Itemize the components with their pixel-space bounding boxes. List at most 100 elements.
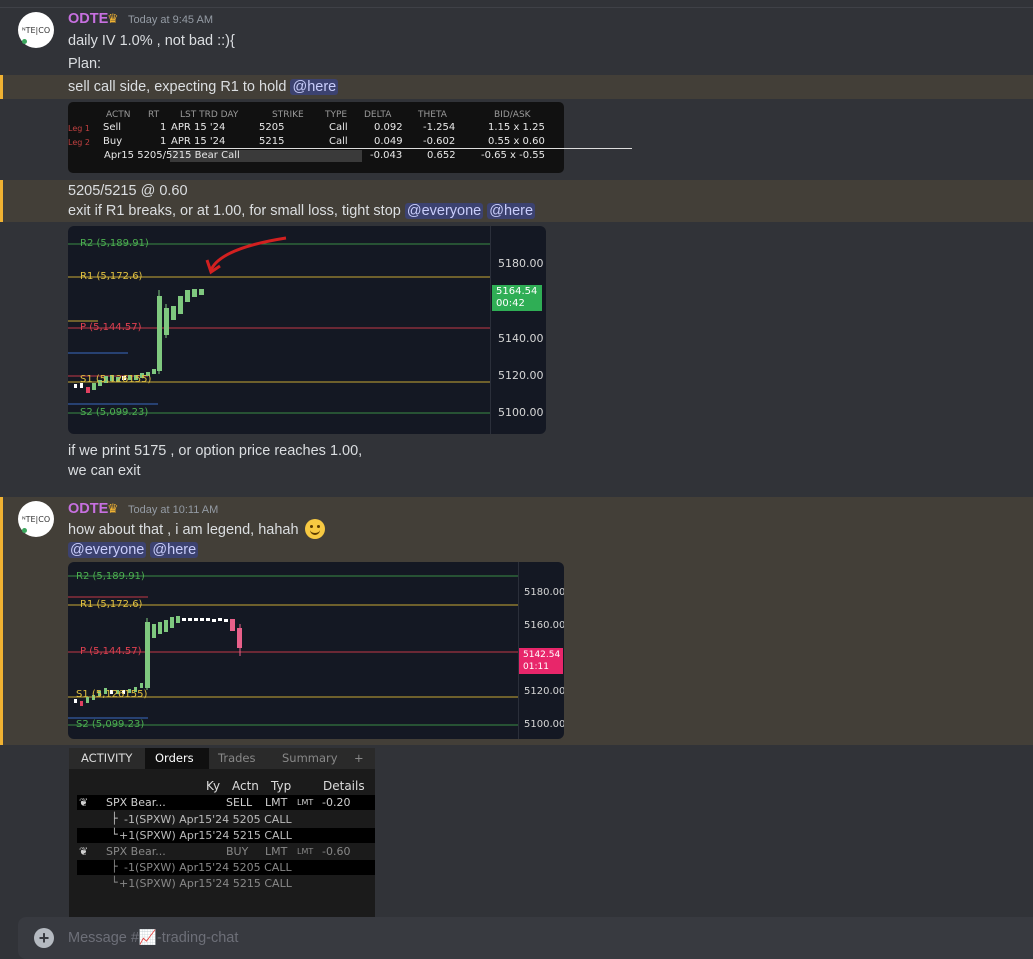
order-action: SELL: [226, 796, 253, 809]
col-header: TYPE: [325, 110, 348, 120]
col-header: RT: [148, 110, 160, 120]
y-tick: 5100.00: [498, 406, 544, 419]
cell: 0.049: [374, 136, 403, 147]
tab-trades[interactable]: Trades: [218, 751, 255, 765]
tab-activity[interactable]: ACTIVITY: [81, 751, 132, 765]
y-tick: 5180.00: [498, 257, 544, 270]
message-text: sell call side, expecting R1 to hold: [68, 79, 287, 95]
summary-bidask: -0.65 x -0.55: [481, 150, 546, 161]
cell: 0.55 x 0.60: [488, 136, 545, 147]
tab-orders[interactable]: Orders: [155, 751, 194, 765]
tab-summary[interactable]: Summary: [282, 751, 338, 765]
activity-panel: ACTIVITY Orders Trades Summary + Ky Actn…: [69, 748, 375, 920]
message-text: 5205/5215 @ 0.60: [68, 183, 188, 199]
mention-here[interactable]: @here: [290, 79, 339, 95]
order-leg-connector: └: [111, 828, 118, 841]
col-header: Actn: [232, 779, 259, 793]
order-action: BUY: [226, 845, 249, 858]
y-tick: 5180.00: [524, 587, 564, 598]
message-text: daily IV 1.0% , not bad ::){: [68, 33, 235, 49]
cell: -0.602: [423, 136, 456, 147]
row-divider: [168, 148, 632, 149]
cell: APR 15 '24: [171, 122, 226, 133]
order-name[interactable]: SPX Bear...: [106, 796, 166, 809]
cell: -1.254: [423, 122, 456, 133]
order-icon: ❦: [79, 796, 89, 809]
summary-delta: -0.043: [370, 150, 403, 161]
order-type: LMT: [265, 796, 288, 809]
y-tick: 5120.00: [524, 686, 564, 697]
pivot-label-s2: S2 (5,099.23): [80, 407, 149, 418]
order-leg-connector: ├: [111, 860, 118, 873]
order-lmt-tag: LMT: [297, 798, 314, 807]
order-price: -0.60: [322, 845, 351, 858]
cell: 5205: [259, 122, 285, 133]
col-header: DELTA: [364, 110, 392, 120]
timestamp: Today at 9:45 AM: [128, 14, 213, 26]
avatar-text: ᴺTE|CO: [21, 514, 51, 524]
order-leg-connector: └: [111, 876, 118, 889]
order-icon: ❦: [79, 845, 89, 858]
divider: [0, 0, 1033, 8]
leg-label: Leg 1: [68, 124, 90, 133]
message-composer[interactable]: + Message #📈-trading-chat: [18, 917, 1033, 959]
cell: 0.092: [374, 122, 403, 133]
summary-theta: 0.652: [427, 150, 456, 161]
price-chart-2[interactable]: R2 (5,189.91) R1 (5,172.6) P (5,144.57) …: [68, 562, 564, 739]
red-arrow: [209, 236, 287, 271]
col-header: Details: [323, 779, 365, 793]
y-tick: 5160.00: [524, 620, 564, 631]
order-type: LMT: [265, 845, 288, 858]
col-header: Typ: [271, 779, 292, 793]
username[interactable]: ODTE: [68, 501, 108, 517]
add-attachment-icon[interactable]: +: [34, 928, 54, 948]
leg-label: Leg 2: [68, 138, 90, 147]
timestamp: Today at 10:11 AM: [128, 504, 219, 516]
order-leg: -1(SPXW) Apr15'24 5205 CALL: [124, 861, 292, 874]
cell: Sell: [103, 122, 122, 133]
order-name[interactable]: SPX Bear...: [106, 845, 166, 858]
cell: APR 15 '24: [171, 136, 226, 147]
message-text: how about that , i am legend, hahah: [68, 522, 299, 538]
col-header: LST TRD DAY: [180, 110, 239, 120]
cell: 1: [160, 136, 167, 147]
cell: 1: [160, 122, 167, 133]
crown-icon: ♛: [107, 11, 119, 26]
current-price: 5164.54: [496, 286, 538, 297]
pivot-label-s1: S1 (5,126155): [76, 689, 148, 700]
order-leg-connector: ├: [111, 812, 118, 825]
composer-gutter: [0, 917, 18, 959]
cell: Buy: [103, 136, 123, 147]
username[interactable]: ODTE: [68, 11, 108, 27]
pivot-label-r2: R2 (5,189.91): [80, 238, 149, 249]
pivot-label-p: P (5,144.57): [80, 646, 142, 657]
summary-label: Apr15 5205/5215 Bear Call: [104, 150, 240, 161]
add-tab-button[interactable]: +: [354, 751, 364, 765]
y-tick: 5120.00: [498, 369, 544, 382]
message-text: we can exit: [68, 463, 141, 479]
chat-messages: ᴺTE|CO ODTE ♛ Today at 9:45 AM daily IV …: [0, 0, 1033, 920]
price-chart-1[interactable]: R2 (5,189.91) R1 (5,172.6) P (5,144.57) …: [68, 226, 546, 434]
price-axis-divider: [490, 226, 491, 434]
chart-canvas: [68, 575, 518, 726]
pivot-label-s2: S2 (5,099.23): [76, 719, 145, 730]
message-text: if we print 5175 , or option price reach…: [68, 443, 363, 459]
message-text: Plan:: [68, 56, 102, 72]
mention-here[interactable]: @here: [150, 542, 199, 558]
cell: Call: [329, 136, 348, 147]
mention-here[interactable]: @here: [487, 203, 536, 219]
mention-everyone[interactable]: @everyone: [404, 203, 484, 219]
message-line: @everyone @here: [68, 540, 199, 560]
col-header: Ky: [206, 779, 221, 793]
col-header: THETA: [418, 110, 447, 120]
cell: 1.15 x 1.25: [488, 122, 545, 133]
mention-everyone[interactable]: @everyone: [68, 542, 147, 558]
y-tick: 5100.00: [524, 719, 564, 730]
avatar-text: ᴺTE|CO: [21, 25, 51, 35]
current-price-tag: 5142.54 01:11: [519, 648, 563, 674]
message-input[interactable]: Message #📈-trading-chat: [68, 929, 238, 946]
candle-countdown: 00:42: [496, 298, 525, 309]
pivot-label-r1: R1 (5,172.6): [80, 599, 143, 610]
avatar[interactable]: ᴺTE|CO: [18, 12, 54, 48]
avatar[interactable]: ᴺTE|CO: [18, 501, 54, 537]
